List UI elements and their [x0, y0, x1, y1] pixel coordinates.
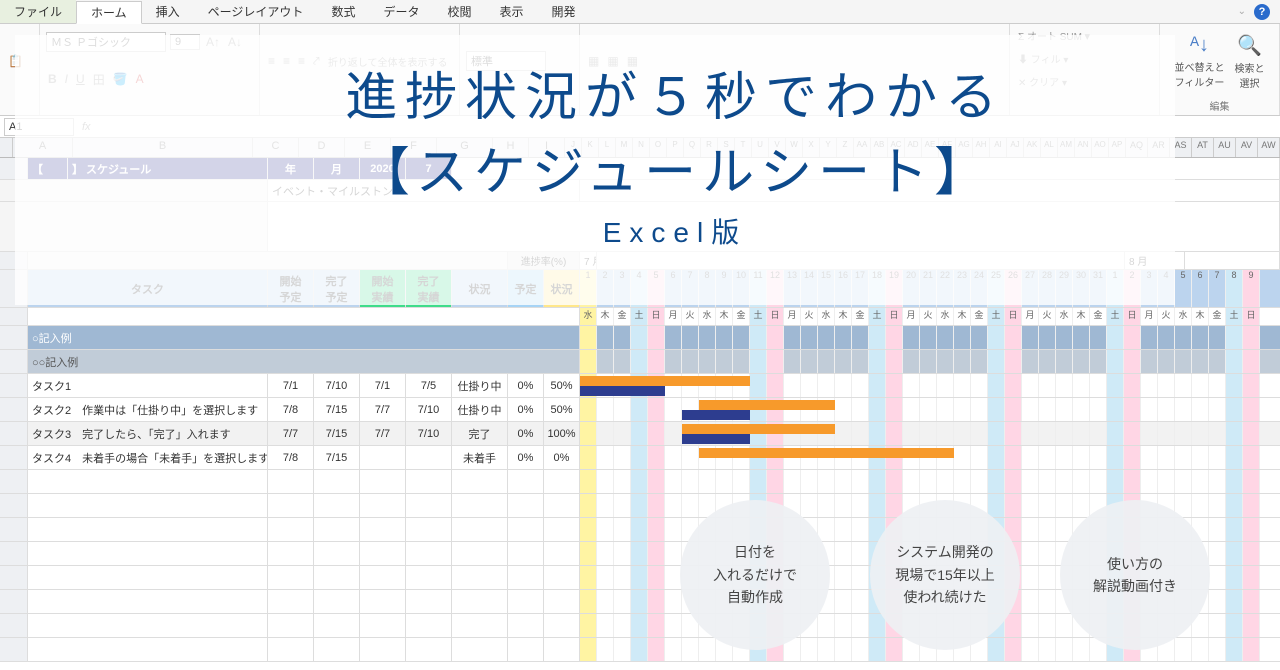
title-line-2: 【スケジュールシート】	[180, 130, 1170, 205]
tab-file[interactable]: ファイル	[0, 0, 76, 23]
gantt-bar-actual	[682, 434, 750, 444]
empty-row[interactable]	[0, 638, 1280, 662]
minimize-ribbon-icon[interactable]: ⌄	[1238, 6, 1246, 17]
col-av[interactable]: AV	[1236, 138, 1258, 157]
col-au[interactable]: AU	[1214, 138, 1236, 157]
gantt-bar-plan	[699, 400, 835, 410]
title-line-1: 進捗状況が５秒でわかる	[180, 55, 1170, 130]
gantt-bar-actual	[682, 410, 750, 420]
empty-row[interactable]	[0, 470, 1280, 494]
tab-view[interactable]: 表示	[485, 0, 537, 23]
ribbon-tabs: ファイル ホーム 挿入 ページレイアウト 数式 データ 校閲 表示 開発 ⌄ ?	[0, 0, 1280, 24]
tab-formulas[interactable]: 数式	[317, 0, 369, 23]
section-2: ○○記入例	[0, 350, 1280, 374]
badge-auto-create: 日付を 入れるだけで 自動作成	[680, 500, 830, 650]
tab-review[interactable]: 校閲	[433, 0, 485, 23]
task-name: タスク3 完了したら、「完了」入れます	[28, 422, 268, 445]
weekday-row: 水木金土日月火水木金土日月火水木金土日月火水木金土日月火水木金土日月火水木金土日	[0, 308, 1280, 326]
table-row[interactable]: タスク4 未着手の場合「未着手」を選択します 7/8 7/15 未着手 0% 0…	[0, 446, 1280, 470]
find-select-button[interactable]: 🔍 検索と 選択	[1235, 33, 1265, 90]
table-row[interactable]: タスク2 作業中は「仕掛り中」を選択します 7/8 7/15 7/7 7/10 …	[0, 398, 1280, 422]
task-name: タスク4 未着手の場合「未着手」を選択します	[28, 446, 268, 469]
tab-data[interactable]: データ	[369, 0, 433, 23]
tab-home[interactable]: ホーム	[76, 1, 142, 24]
gantt-bar-plan	[580, 376, 750, 386]
gantt-bar-plan	[682, 424, 835, 434]
task-name: タスク1	[28, 374, 268, 397]
task-name: タスク2 作業中は「仕掛り中」を選択します	[28, 398, 268, 421]
find-icon: 🔍	[1237, 33, 1262, 58]
col-aw[interactable]: AW	[1258, 138, 1280, 157]
title-line-3: Excel版	[180, 211, 1170, 251]
tab-page-layout[interactable]: ページレイアウト	[194, 0, 318, 23]
tab-insert[interactable]: 挿入	[142, 0, 194, 23]
table-row[interactable]: タスク3 完了したら、「完了」入れます 7/7 7/15 7/7 7/10 完了…	[0, 422, 1280, 446]
badge-15-years: システム開発の 現場で15年以上 使われ続けた	[870, 500, 1020, 650]
group-edit-label: 編集	[1166, 98, 1273, 113]
help-icon[interactable]: ?	[1254, 4, 1270, 20]
col-at[interactable]: AT	[1192, 138, 1214, 157]
overlay-title: 進捗状況が５秒でわかる 【スケジュールシート】 Excel版	[180, 55, 1170, 251]
sort-filter-button[interactable]: ᴬ↓ 並べ替えと フィルター	[1175, 34, 1225, 89]
table-row[interactable]: タスク1 7/1 7/10 7/1 7/5 仕掛り中 0% 50%	[0, 374, 1280, 398]
empty-row[interactable]	[0, 494, 1280, 518]
sort-filter-icon: ᴬ↓	[1190, 34, 1209, 57]
gantt-bar-actual	[580, 386, 665, 396]
tab-developer[interactable]: 開発	[538, 0, 590, 23]
section-1: ○記入例	[0, 326, 1280, 350]
gantt-bar-plan	[699, 448, 954, 458]
badge-video: 使い方の 解説動画付き	[1060, 500, 1210, 650]
